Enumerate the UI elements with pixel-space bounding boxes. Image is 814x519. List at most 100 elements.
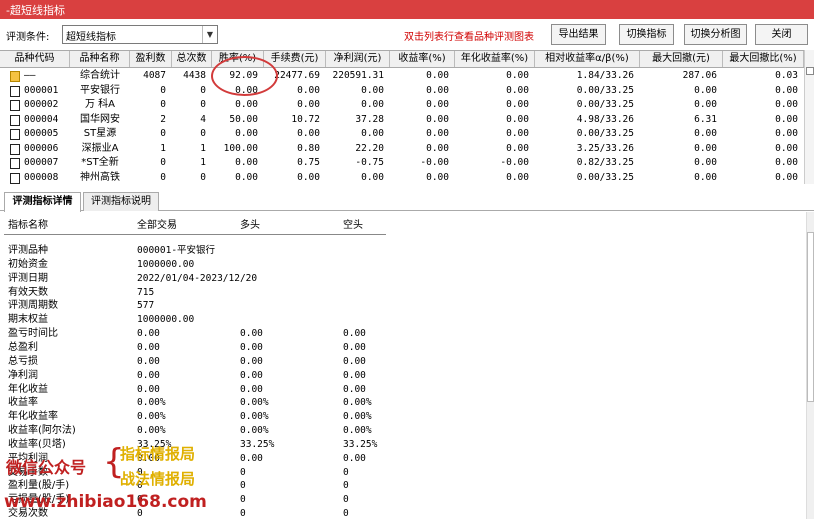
cell-name: 深振业A [81,142,119,154]
column-header[interactable]: 最大回撤(元) [640,51,723,67]
document-icon [10,85,20,97]
detail-cell-long: 0 [240,480,246,492]
detail-cell-short: 0.00 [343,369,366,381]
cell-win: 2 [160,113,166,125]
cell-ddr: 0.00 [775,128,798,139]
toolbar: 评测条件: 超短线指标 ▼ 双击列表行查看品种评测图表 导出结果 切换指标 切换… [0,19,814,50]
table-scrollbar[interactable] [804,50,814,184]
cell-profit: 22.20 [355,142,384,154]
detail-cell-long: 0.00 [240,341,263,353]
detail-row: 评测周期数 577 [0,299,500,313]
export-button[interactable]: 导出结果 [551,24,606,45]
cell-annual: 0.00 [506,171,529,183]
detail-row: 收益率(贝塔) 33.25% 33.25% 33.25% [0,438,500,452]
cell-profit: 0.00 [361,171,384,183]
cell-dd: 0.00 [694,99,717,110]
cell-dd: 0.00 [694,157,717,168]
detail-cell-long: 0.00 [240,383,263,395]
detail-cell-name: 总亏损 [8,355,38,367]
chevron-down-icon[interactable]: ▼ [202,26,217,43]
column-header[interactable]: 品种代码 [0,51,70,67]
cell-code: 000002 [24,99,59,110]
table-row[interactable]: 000007 *ST全新 0 1 0.00 0.75 -0.75 -0.00 -0.00 0.82… [0,156,804,170]
column-header[interactable]: 盈利数 [130,51,172,67]
column-header[interactable]: 品种名称 [70,51,130,67]
cell-ret: 0.00 [426,84,449,96]
column-header[interactable]: 最大回撤比(%) [723,51,804,67]
cell-rate: 0.00 [235,128,258,139]
detail-header-divider [4,234,386,235]
close-button[interactable]: 关闭 [755,24,808,45]
cell-ddr: 0.00 [775,157,798,168]
table-row[interactable]: 000004 国华网安 2 4 50.00 10.72 37.28 0.00 0.00 4.98/… [0,113,804,127]
scrollbar-box[interactable] [806,67,814,75]
document-icon [10,172,20,184]
cell-rel: 4.98/33.26 [576,113,634,125]
cell-name: 神州高铁 [80,171,120,183]
detail-cell-short: 0 [343,466,349,478]
detail-cell-name: 评测日期 [8,272,48,284]
table-row[interactable]: 000002 万 科A 0 0 0.00 0.00 0.00 0.00 0.00 0.00/33.… [0,98,804,112]
cell-ddr: 0.00 [775,142,798,154]
switch-chart-button[interactable]: 切换分析图 [684,24,747,45]
switch-indicator-button[interactable]: 切换指标 [619,24,674,45]
detail-row: 评测品种 000001-平安银行 [0,244,500,258]
cell-fee: 10.72 [291,113,320,125]
table-row[interactable]: 000005 ST星源 0 0 0.00 0.00 0.00 0.00 0.00 0.00/33.… [0,127,804,141]
document-icon [10,114,20,126]
column-header[interactable]: 净利润(元) [326,51,390,67]
column-header[interactable]: 年化收益率(%) [455,51,535,67]
detail-header-name: 指标名称 [8,220,48,231]
tab-indicator-description[interactable]: 评测指标说明 [83,192,159,211]
cell-dd: 0.00 [694,84,717,96]
document-icon [10,100,20,111]
detail-cell-long: 33.25% [240,438,275,450]
cell-fee: 0.00 [297,128,320,139]
detail-cell-long: 0.00% [240,425,269,437]
cell-total: 1 [200,157,206,168]
cell-rel: 0.00/33.25 [576,171,634,183]
cell-ret: 0.00 [426,171,449,183]
detail-cell-short: 0.00 [343,328,366,340]
document-icon [10,129,20,140]
detail-cell-all: 2022/01/04-2023/12/20 [137,272,258,284]
detail-cell-all: 0.00 [137,369,160,381]
column-header[interactable]: 手续费(元) [264,51,326,67]
cell-dd: 0.00 [694,171,717,183]
detail-cell-all: 0.00% [137,425,166,437]
tab-indicator-details[interactable]: 评测指标详情 [4,192,81,212]
cell-win: 0 [160,128,166,139]
cell-total: 1 [200,142,206,154]
table-row[interactable]: 000008 神州高铁 0 0 0.00 0.00 0.00 0.00 0.00 0.00/33.… [0,171,804,185]
cell-profit: 37.28 [355,113,384,125]
cell-ddr: 0.00 [775,84,798,96]
table-row[interactable]: —— 综合统计 4087 4438 92.09 22477.69 220591.31 0.00… [0,69,804,83]
title-bar: -超短线指标 [0,0,814,19]
detail-cell-name: 净利润 [8,369,38,381]
cell-code: —— [24,70,36,81]
detail-cell-name: 盈利量(股/手) [8,480,70,492]
cell-name: 国华网安 [80,113,120,125]
condition-select[interactable]: 超短线指标 ▼ [62,25,218,44]
detail-cell-long: 0.00 [240,369,263,381]
cell-rel: 0.82/33.25 [576,157,634,168]
scrollbar-thumb[interactable] [807,232,814,402]
detail-row: 有效天数 715 [0,286,500,300]
cell-code: 000001 [24,84,59,96]
column-header[interactable]: 相对收益率α/β(%) [535,51,640,67]
table-row[interactable]: 000006 深振业A 1 1 100.00 0.80 22.20 0.00 0.00 3.25/… [0,142,804,156]
cell-ret: -0.00 [420,157,449,168]
detail-cell-long: 0.00% [240,397,269,409]
detail-header-short: 空头 [343,220,363,231]
table-row[interactable]: 000001 平安银行 0 0 0.00 0.00 0.00 0.00 0.00 0.00/33.… [0,84,804,98]
detail-cell-long: 0 [240,466,246,478]
column-header[interactable]: 总次数 [172,51,212,67]
column-header[interactable]: 收益率(%) [390,51,455,67]
highlight-circle [211,56,278,96]
detail-cell-all: 000001-平安银行 [137,245,216,256]
detail-cell-long: 0.00% [240,411,269,423]
cell-ret: 0.00 [426,142,449,154]
detail-scrollbar[interactable] [806,212,814,519]
document-icon [10,143,20,155]
detail-cell-short: 0.00 [343,452,366,464]
